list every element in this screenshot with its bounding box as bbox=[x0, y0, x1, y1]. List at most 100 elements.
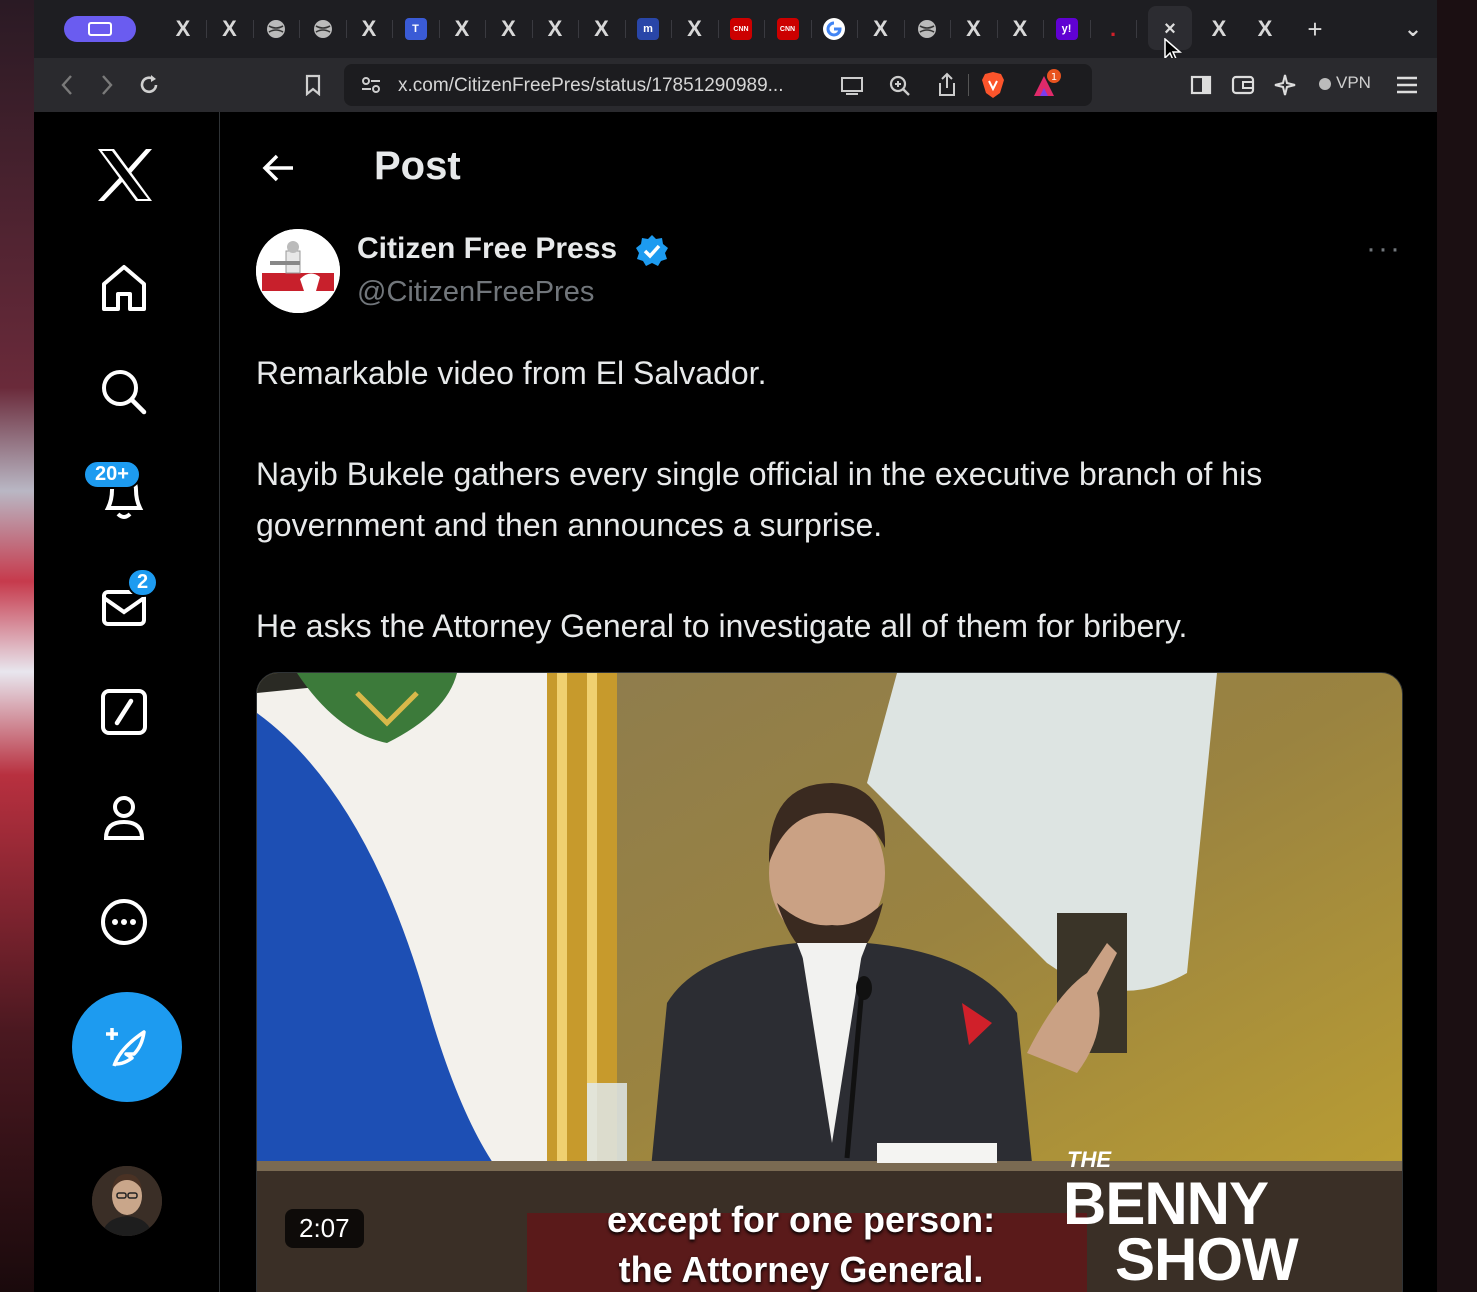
more-options-icon[interactable]: ··· bbox=[1366, 232, 1402, 266]
browser-toolbar: x.com/CitizenFreePres/status/17851290989… bbox=[34, 58, 1437, 112]
cnn-icon: CNN bbox=[776, 18, 799, 40]
tab-separator bbox=[345, 20, 347, 38]
background-flag-strip bbox=[0, 0, 34, 1292]
share-icon[interactable] bbox=[936, 72, 958, 98]
tab-dot[interactable]: . bbox=[1098, 14, 1128, 44]
address-bar[interactable]: x.com/CitizenFreePres/status/17851290989… bbox=[344, 64, 1092, 106]
background-right-strip bbox=[1437, 0, 1477, 1292]
url-text: x.com/CitizenFreePres/status/17851290989… bbox=[398, 75, 784, 96]
post-text: Remarkable video from El Salvador. Nayib… bbox=[256, 348, 1406, 651]
tab-separator bbox=[671, 20, 672, 38]
tab-x[interactable]: X bbox=[587, 14, 617, 44]
tab-x[interactable]: X bbox=[680, 14, 710, 44]
post-text-paragraph: Remarkable video from El Salvador. bbox=[256, 355, 767, 391]
svg-text:1: 1 bbox=[1051, 72, 1057, 83]
tab-x[interactable]: X bbox=[215, 14, 245, 44]
notifications-badge: 20+ bbox=[83, 460, 141, 489]
back-arrow-icon[interactable] bbox=[259, 148, 299, 188]
tab-separator bbox=[531, 20, 533, 38]
tab-separator bbox=[438, 20, 440, 38]
more-nav-icon[interactable] bbox=[94, 892, 154, 952]
video-caption: except for one person: the Attorney Gene… bbox=[607, 1195, 995, 1292]
zoom-icon[interactable] bbox=[888, 74, 912, 98]
home-nav-icon[interactable] bbox=[94, 258, 154, 318]
tab-separator bbox=[810, 20, 812, 38]
author-name[interactable]: Citizen Free Press bbox=[357, 232, 617, 266]
tab-news[interactable]: m bbox=[633, 14, 663, 44]
t-app-icon: T bbox=[404, 18, 427, 40]
tab-globe[interactable] bbox=[308, 14, 338, 44]
workspace-button[interactable] bbox=[64, 16, 136, 42]
profile-nav-icon[interactable] bbox=[94, 788, 154, 848]
caption-line: the Attorney General. bbox=[618, 1249, 984, 1290]
urlbar-divider bbox=[968, 74, 969, 96]
yahoo-icon: y! bbox=[1055, 18, 1078, 40]
post-text-paragraph: Nayib Bukele gathers every single offici… bbox=[256, 456, 1263, 543]
tab-yahoo[interactable]: y! bbox=[1052, 14, 1082, 44]
tab-x[interactable]: X bbox=[447, 14, 477, 44]
verified-badge-icon bbox=[636, 235, 668, 266]
vpn-button[interactable]: VPN bbox=[1336, 73, 1371, 93]
site-settings-icon[interactable] bbox=[360, 76, 382, 94]
tab-separator bbox=[1089, 20, 1091, 38]
sidebar-toggle-icon[interactable] bbox=[1186, 70, 1216, 100]
messages-badge: 2 bbox=[127, 568, 159, 597]
tab-t-app[interactable]: T bbox=[401, 14, 431, 44]
tab-x[interactable]: X bbox=[168, 14, 198, 44]
globe-icon bbox=[918, 20, 936, 38]
video-duration: 2:07 bbox=[285, 1209, 364, 1248]
compose-post-button[interactable] bbox=[72, 992, 182, 1102]
author-avatar[interactable] bbox=[256, 229, 340, 313]
forward-nav-icon[interactable] bbox=[92, 70, 122, 100]
back-nav-icon[interactable] bbox=[52, 70, 82, 100]
grok-nav-icon[interactable] bbox=[94, 682, 154, 742]
tab-separator bbox=[1043, 20, 1044, 38]
tab-separator bbox=[578, 20, 579, 38]
tab-globe[interactable] bbox=[261, 14, 291, 44]
tab-separator bbox=[485, 20, 486, 38]
news-icon: m bbox=[637, 18, 659, 40]
video-player[interactable]: 2:07 except for one person: the Attorney… bbox=[256, 672, 1403, 1292]
tab-x[interactable]: X bbox=[1005, 14, 1035, 44]
tab-separator bbox=[206, 20, 207, 38]
tab-separator bbox=[857, 20, 858, 38]
tab-separator bbox=[624, 20, 626, 38]
logo-show: SHOW bbox=[1115, 1226, 1299, 1292]
tab-list-chevron-icon[interactable]: ⌄ bbox=[1398, 14, 1428, 44]
tab-x[interactable]: X bbox=[354, 14, 384, 44]
tab-x[interactable]: X bbox=[866, 14, 896, 44]
brave-shields-icon[interactable] bbox=[980, 71, 1006, 99]
menu-icon[interactable] bbox=[1392, 70, 1422, 100]
cast-icon[interactable] bbox=[840, 76, 866, 96]
tab-google[interactable] bbox=[819, 14, 849, 44]
tab-separator bbox=[1136, 20, 1137, 38]
workspace-icon bbox=[88, 22, 112, 36]
tab-globe[interactable] bbox=[912, 14, 942, 44]
author-handle[interactable]: @CitizenFreePres bbox=[357, 276, 594, 309]
globe-icon bbox=[267, 20, 285, 38]
account-avatar[interactable] bbox=[92, 1166, 162, 1236]
tab-x[interactable]: X bbox=[540, 14, 570, 44]
tab-cnn[interactable]: CNN bbox=[773, 14, 803, 44]
wallet-icon[interactable] bbox=[1228, 70, 1258, 100]
new-tab-button[interactable]: + bbox=[1300, 14, 1330, 44]
reload-icon[interactable] bbox=[134, 70, 164, 100]
globe-icon bbox=[313, 20, 332, 38]
caption-line: except for one person: bbox=[607, 1199, 996, 1240]
tab-strip: X X X T X X X Xm X CNN CNN X X Xy!. × X X + ⌄ bbox=[34, 0, 1437, 63]
x-logo-icon[interactable] bbox=[92, 142, 158, 208]
vpn-status-icon[interactable] bbox=[1318, 77, 1332, 91]
tab-x[interactable]: X bbox=[1250, 14, 1280, 44]
google-icon bbox=[823, 18, 845, 40]
post-text-paragraph: He asks the Attorney General to investig… bbox=[256, 607, 1188, 644]
search-nav-icon[interactable] bbox=[94, 362, 154, 422]
tab-x[interactable]: X bbox=[494, 14, 524, 44]
cnn-icon: CNN bbox=[730, 18, 752, 40]
tab-x[interactable]: X bbox=[1204, 14, 1234, 44]
tab-cnn[interactable]: CNN bbox=[726, 14, 756, 44]
bookmark-icon[interactable] bbox=[298, 70, 328, 100]
tab-x[interactable]: X bbox=[959, 14, 989, 44]
tab-separator bbox=[950, 20, 951, 38]
brave-rewards-icon[interactable]: 1 bbox=[1030, 68, 1064, 100]
leo-ai-icon[interactable] bbox=[1270, 70, 1300, 100]
